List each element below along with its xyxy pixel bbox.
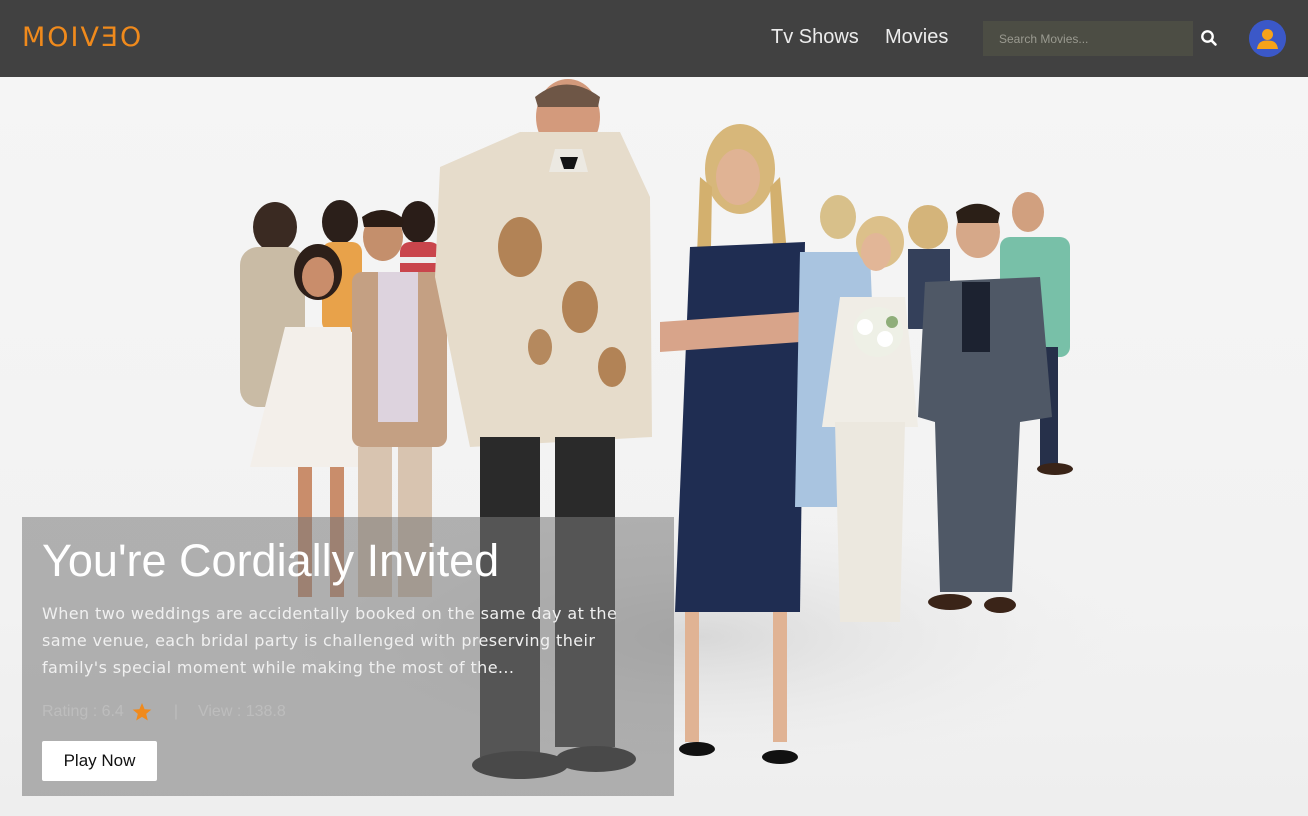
- brand-logo[interactable]: MOIVƎO: [22, 22, 143, 53]
- movie-title: You're Cordially Invited: [42, 535, 500, 586]
- top-navbar: MOIVƎO Tv Shows Movies: [0, 0, 1308, 77]
- star-icon: [132, 703, 152, 721]
- movie-info-panel: You're Cordially Invited When two weddin…: [22, 517, 674, 796]
- nav-tv-shows[interactable]: Tv Shows: [771, 26, 859, 49]
- movie-description: When two weddings are accidentally booke…: [42, 604, 618, 677]
- user-avatar-icon: [1249, 20, 1286, 57]
- user-avatar[interactable]: [1249, 20, 1286, 57]
- movie-meta: Rating : 6.4 | View : 138.8: [42, 702, 286, 722]
- search-input[interactable]: [983, 21, 1193, 56]
- search-icon[interactable]: [1200, 29, 1218, 47]
- hero-banner: You're Cordially Invited When two weddin…: [0, 77, 1308, 816]
- rating-label: Rating : 6.4: [42, 703, 124, 720]
- play-now-button[interactable]: Play Now: [42, 741, 157, 781]
- nav-movies[interactable]: Movies: [885, 26, 948, 49]
- page: MOIVƎO Tv Shows Movies Search Movies... …: [0, 0, 1308, 816]
- meta-separator: |: [173, 703, 178, 720]
- views-label: View : 138.8: [197, 703, 286, 720]
